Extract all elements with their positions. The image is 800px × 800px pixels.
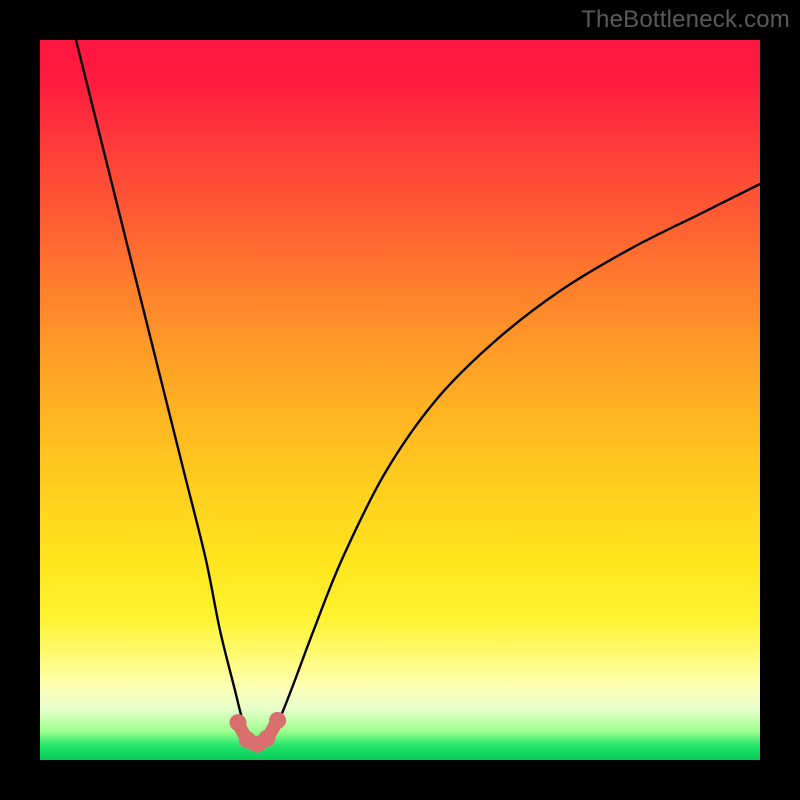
marker-cluster	[230, 712, 287, 753]
marker-dot	[230, 714, 247, 731]
bottleneck-curve	[76, 40, 760, 747]
curve-svg	[40, 40, 760, 760]
chart-frame: TheBottleneck.com	[0, 0, 800, 800]
watermark-text: TheBottleneck.com	[581, 6, 790, 34]
plot-area	[40, 40, 760, 760]
marker-dot	[269, 712, 286, 729]
marker-dot	[258, 730, 275, 747]
